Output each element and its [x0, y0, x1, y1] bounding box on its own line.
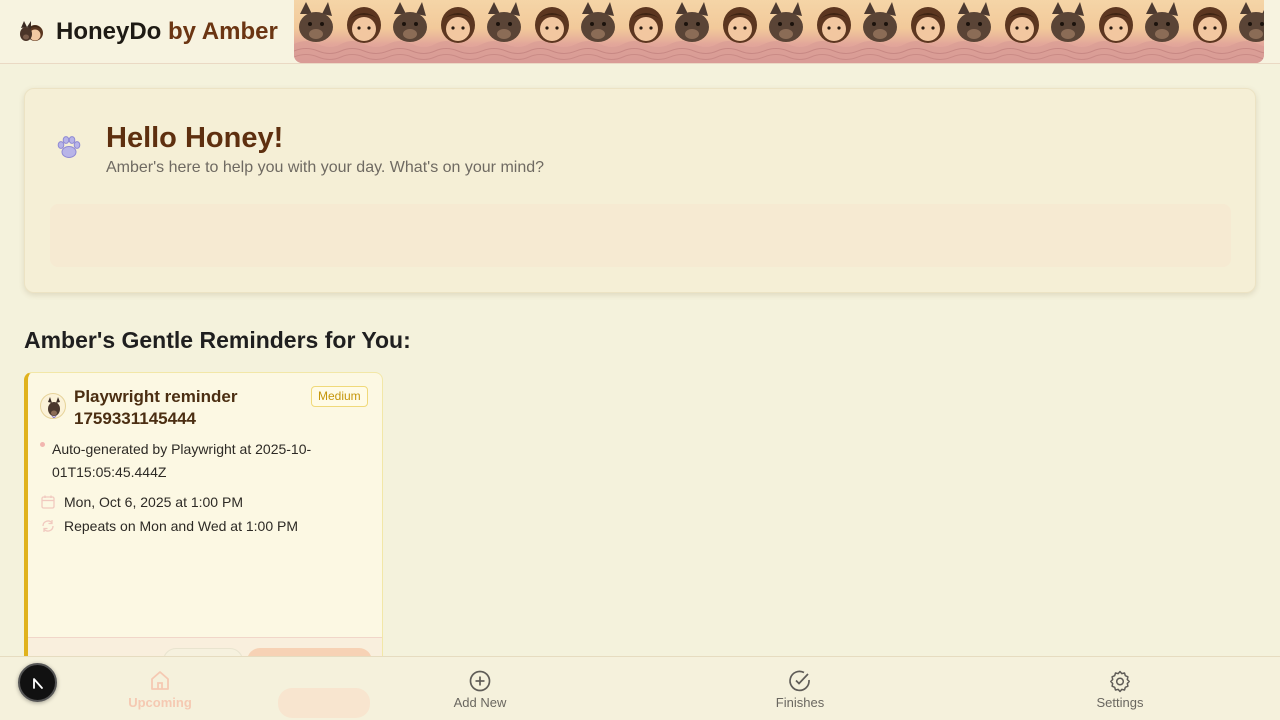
arrow-up-left-icon: [32, 677, 43, 689]
repeat-icon: [42, 520, 54, 532]
reminder-title: Playwright reminder 1759331145444: [74, 387, 238, 428]
reminder-card[interactable]: Playwright reminder 1759331145444 Medium…: [24, 372, 383, 672]
welcome-card: Hello Honey! Amber's here to help you wi…: [24, 88, 1256, 293]
nav-finishes-label: Finishes: [775, 695, 825, 710]
app-header: HoneyDo by Amber: [0, 0, 1280, 64]
app-brand[interactable]: HoneyDo by Amber: [56, 17, 278, 47]
nav-add-new-label: Add New: [453, 695, 507, 710]
plus-circle-icon: [469, 670, 491, 692]
check-circle-icon: [789, 670, 810, 692]
calendar-icon: [41, 495, 55, 509]
description-bullet-icon: [40, 442, 45, 447]
brand-name: HoneyDo: [56, 18, 162, 45]
nav-add-new[interactable]: Add New: [320, 657, 640, 720]
girl-and-dog-logo-icon[interactable]: [18, 18, 46, 46]
paw-icon: [55, 133, 83, 161]
gear-icon: [1110, 670, 1130, 693]
nav-finishes[interactable]: Finishes: [640, 657, 960, 720]
reminder-date: Mon, Oct 6, 2025 at 1:00 PM: [64, 494, 243, 510]
home-icon: [151, 671, 169, 690]
dog-avatar-icon: [40, 393, 66, 419]
reminders-section-title: Amber's Gentle Reminders for You:: [24, 327, 411, 353]
welcome-title: Hello Honey!: [106, 122, 284, 154]
bottom-navigation: Upcoming Add New Finishes Settings: [0, 656, 1280, 720]
floating-assistant-button[interactable]: [18, 663, 57, 702]
nav-settings-label: Settings: [1096, 695, 1144, 710]
nav-upcoming-label: Upcoming: [128, 695, 192, 710]
reminder-repeat: Repeats on Mon and Wed at 1:00 PM: [64, 518, 298, 534]
reminder-date-row: Mon, Oct 6, 2025 at 1:00 PM: [40, 492, 243, 512]
prompt-input[interactable]: [50, 204, 1231, 267]
reminder-description: Auto-generated by Playwright at 2025-10-…: [52, 441, 312, 480]
welcome-subtitle: Amber's here to help you with your day. …: [106, 159, 545, 176]
priority-badge: Medium: [311, 386, 368, 407]
header-banner-image: [294, 0, 1264, 63]
nav-settings[interactable]: Settings: [960, 657, 1280, 720]
reminder-repeat-row: Repeats on Mon and Wed at 1:00 PM: [40, 516, 298, 536]
brand-byline: by Amber: [168, 18, 278, 45]
